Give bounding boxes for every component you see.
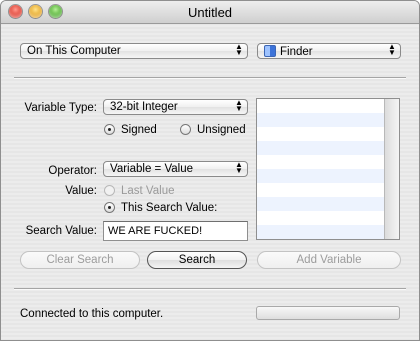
popup-arrows-icon: ▲ ▼ (388, 43, 396, 57)
status-text: Connected to this computer. (20, 308, 164, 320)
title-bar: Untitled (1, 1, 419, 24)
unsigned-radio[interactable] (180, 124, 191, 135)
status-progress-bar (256, 306, 400, 320)
operator-label: Operator: (48, 165, 97, 177)
results-list[interactable] (256, 98, 400, 240)
this-search-value-label: This Search Value: (121, 202, 218, 214)
top-separator (14, 77, 406, 79)
bottom-separator (14, 288, 406, 290)
app-window: Untitled On This Computer ▲ ▼ Finder ▲ ▼ V… (0, 0, 420, 341)
last-value-radio[interactable] (104, 185, 115, 196)
popup-arrows-icon: ▲ ▼ (235, 43, 243, 57)
popup-arrows-icon: ▲ ▼ (235, 99, 243, 113)
operator-popup[interactable]: Variable = Value ▲ ▼ (103, 161, 248, 177)
signed-radio[interactable] (104, 124, 115, 135)
process-popup-value: Finder (280, 46, 313, 58)
add-variable-button[interactable]: Add Variable (257, 251, 401, 269)
this-search-value-radio[interactable] (104, 202, 115, 213)
finder-icon (264, 45, 276, 57)
variable-type-label: Variable Type: (24, 102, 97, 114)
popup-arrows-icon: ▲ ▼ (235, 161, 243, 175)
search-button[interactable]: Search (147, 251, 247, 269)
results-list-scrollbar[interactable] (384, 99, 399, 239)
last-value-label: Last Value (121, 185, 175, 197)
signed-label: Signed (121, 124, 157, 136)
operator-value: Variable = Value (110, 163, 194, 175)
search-value-label: Search Value: (25, 225, 97, 237)
variable-type-value: 32-bit Integer (110, 101, 178, 113)
unsigned-label: Unsigned (197, 124, 246, 136)
process-popup[interactable]: Finder ▲ ▼ (257, 43, 401, 59)
window-title: Untitled (187, 5, 233, 20)
clear-search-button[interactable]: Clear Search (20, 251, 140, 269)
variable-type-popup[interactable]: 32-bit Integer ▲ ▼ (103, 99, 248, 115)
location-popup-value: On This Computer (27, 45, 121, 57)
search-value-field[interactable]: WE ARE FUCKED! (103, 221, 248, 241)
value-label: Value: (65, 185, 97, 197)
location-popup[interactable]: On This Computer ▲ ▼ (20, 43, 248, 59)
